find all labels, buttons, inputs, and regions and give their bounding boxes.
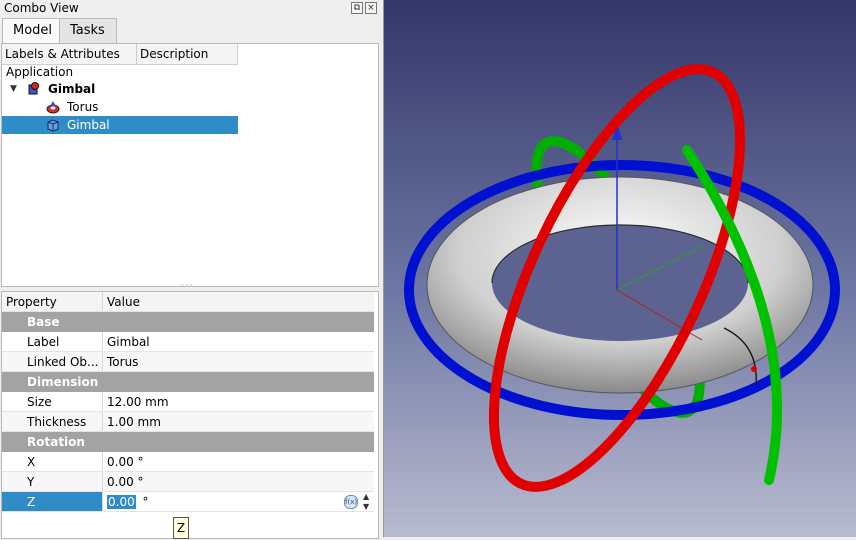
prop-name: Thickness xyxy=(2,412,103,432)
group-dimension[interactable]: Dimension xyxy=(2,372,374,392)
prop-name: X xyxy=(2,452,103,472)
tree-item-label: Torus xyxy=(67,100,99,114)
prop-value[interactable]: 0.00 ° xyxy=(104,452,374,472)
float-icon[interactable]: ⧉ xyxy=(351,2,363,14)
tab-model[interactable]: Model xyxy=(2,18,60,44)
prop-row-x[interactable]: X 0.00 ° xyxy=(2,452,374,472)
feature-icon xyxy=(47,119,59,132)
prop-value[interactable]: 0.00 ° xyxy=(104,472,374,492)
prop-row-thickness[interactable]: Thickness 1.00 mm xyxy=(2,412,374,432)
model-tree[interactable]: Labels & Attributes Description Applicat… xyxy=(1,43,379,287)
tree-header: Labels & Attributes Description xyxy=(2,44,238,65)
prop-row-z[interactable]: Z 0.00 ° f(x) ▲ ▼ xyxy=(2,492,374,512)
tree-item-gimbal-part[interactable]: ▼ Gimbal xyxy=(2,80,238,98)
prop-value[interactable]: 12.00 mm xyxy=(104,392,374,412)
z-unit: ° xyxy=(142,495,149,509)
prop-row-label[interactable]: Label Gimbal xyxy=(2,332,374,352)
prop-value[interactable]: Gimbal xyxy=(104,332,374,352)
property-editor[interactable]: Property Value Base Label Gimbal Linked … xyxy=(1,291,379,539)
part-icon xyxy=(28,82,39,95)
prop-name: Linked Ob... xyxy=(2,352,103,372)
tree-item-gimbal-feature[interactable]: Gimbal xyxy=(2,116,238,134)
prop-row-size[interactable]: Size 12.00 mm xyxy=(2,392,374,412)
gimbal-scene xyxy=(404,64,840,492)
expression-icon[interactable]: f(x) xyxy=(344,495,358,509)
prop-name: Z xyxy=(2,492,103,512)
combo-view-panel: Combo View ⧉ × Model Tasks Labels & Attr… xyxy=(0,0,383,539)
tree-item-label: Gimbal xyxy=(48,82,96,96)
tooltip: Z xyxy=(173,517,189,539)
tab-tasks[interactable]: Tasks xyxy=(59,18,117,43)
tree-item-label: Gimbal xyxy=(67,118,110,132)
prop-name: Y xyxy=(2,472,103,492)
prop-name: Label xyxy=(2,332,103,352)
spin-down-icon[interactable]: ▼ xyxy=(363,502,369,512)
prop-value[interactable]: 1.00 mm xyxy=(104,412,374,432)
header-property[interactable]: Property xyxy=(2,292,103,312)
z-spinbox[interactable]: 0.00 ° f(x) ▲ ▼ xyxy=(104,492,374,512)
splitter-handle[interactable]: ····· xyxy=(0,281,383,290)
tree-application: Application xyxy=(6,65,74,79)
torus-icon xyxy=(46,101,60,114)
prop-row-linked-object[interactable]: Linked Ob... Torus xyxy=(2,352,374,372)
prop-value[interactable]: Torus xyxy=(104,352,374,372)
group-rotation[interactable]: Rotation xyxy=(2,432,374,452)
panel-title: Combo View xyxy=(4,1,79,15)
header-value[interactable]: Value xyxy=(104,292,374,312)
tree-item-torus[interactable]: Torus xyxy=(2,98,238,116)
expand-arrow-icon[interactable]: ▼ xyxy=(10,80,17,98)
property-header: Property Value xyxy=(2,292,374,312)
spin-up-icon[interactable]: ▲ xyxy=(363,492,369,502)
header-description[interactable]: Description xyxy=(137,44,238,64)
header-labels[interactable]: Labels & Attributes xyxy=(2,44,137,64)
prop-row-y[interactable]: Y 0.00 ° xyxy=(2,472,374,492)
prop-name: Size xyxy=(2,392,103,412)
z-value-input[interactable]: 0.00 xyxy=(107,495,136,509)
3d-viewport[interactable] xyxy=(384,0,856,537)
close-icon[interactable]: × xyxy=(365,2,377,14)
group-base[interactable]: Base xyxy=(2,312,374,332)
